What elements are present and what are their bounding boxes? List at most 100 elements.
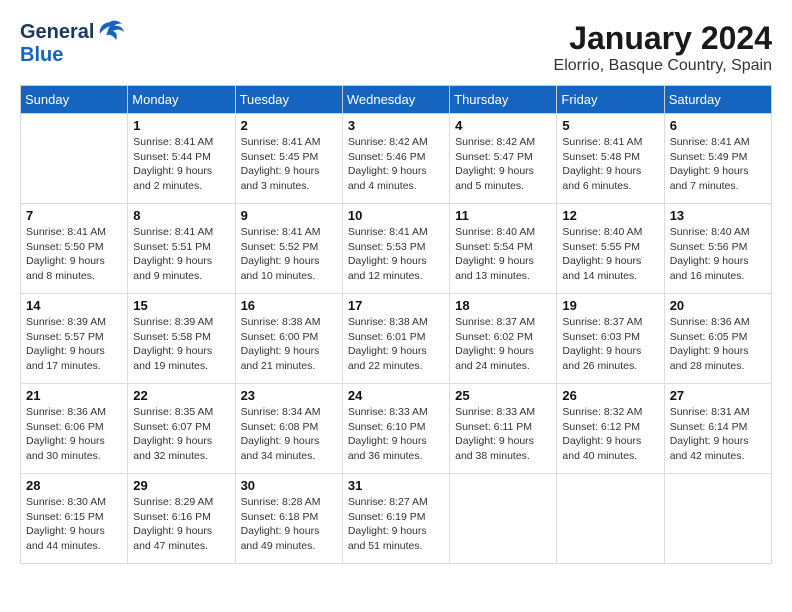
day-of-week-header: Monday bbox=[128, 86, 235, 114]
calendar-cell: 20 Sunrise: 8:36 AM Sunset: 6:05 PM Dayli… bbox=[664, 294, 771, 384]
day-info: Sunrise: 8:32 AM Sunset: 6:12 PM Dayligh… bbox=[562, 405, 658, 464]
day-number: 4 bbox=[455, 118, 551, 133]
day-info: Sunrise: 8:41 AM Sunset: 5:49 PM Dayligh… bbox=[670, 135, 766, 194]
page-header: General Blue January 2024 Elorrio, Basqu… bbox=[20, 20, 772, 75]
day-info: Sunrise: 8:33 AM Sunset: 6:11 PM Dayligh… bbox=[455, 405, 551, 464]
day-number: 1 bbox=[133, 118, 229, 133]
day-info: Sunrise: 8:41 AM Sunset: 5:44 PM Dayligh… bbox=[133, 135, 229, 194]
day-number: 7 bbox=[26, 208, 122, 223]
day-info: Sunrise: 8:27 AM Sunset: 6:19 PM Dayligh… bbox=[348, 495, 444, 554]
day-number: 5 bbox=[562, 118, 658, 133]
day-info: Sunrise: 8:29 AM Sunset: 6:16 PM Dayligh… bbox=[133, 495, 229, 554]
day-info: Sunrise: 8:35 AM Sunset: 6:07 PM Dayligh… bbox=[133, 405, 229, 464]
day-number: 2 bbox=[241, 118, 337, 133]
week-row: 28Sunrise: 8:30 AM Sunset: 6:15 PM Dayli… bbox=[21, 474, 772, 564]
day-info: Sunrise: 8:38 AM Sunset: 6:01 PM Dayligh… bbox=[348, 315, 444, 374]
calendar-cell: 12Sunrise: 8:40 AM Sunset: 5:55 PM Dayli… bbox=[557, 204, 664, 294]
day-info: Sunrise: 8:42 AM Sunset: 5:46 PM Dayligh… bbox=[348, 135, 444, 194]
calendar-cell bbox=[557, 474, 664, 564]
calendar-cell: 5 Sunrise: 8:41 AM Sunset: 5:48 PM Daylig… bbox=[557, 114, 664, 204]
calendar-cell: 11Sunrise: 8:40 AM Sunset: 5:54 PM Dayli… bbox=[450, 204, 557, 294]
calendar-cell bbox=[664, 474, 771, 564]
month-title: January 2024 bbox=[554, 20, 772, 57]
day-number: 26 bbox=[562, 388, 658, 403]
day-info: Sunrise: 8:38 AM Sunset: 6:00 PM Dayligh… bbox=[241, 315, 337, 374]
calendar-cell: 21 Sunrise: 8:36 AM Sunset: 6:06 PM Dayli… bbox=[21, 384, 128, 474]
day-number: 9 bbox=[241, 208, 337, 223]
day-number: 10 bbox=[348, 208, 444, 223]
calendar-cell: 10 Sunrise: 8:41 AM Sunset: 5:53 PM Dayli… bbox=[342, 204, 449, 294]
calendar-cell: 19Sunrise: 8:37 AM Sunset: 6:03 PM Dayli… bbox=[557, 294, 664, 384]
calendar-cell: 17 Sunrise: 8:38 AM Sunset: 6:01 PM Dayli… bbox=[342, 294, 449, 384]
day-info: Sunrise: 8:39 AM Sunset: 5:57 PM Dayligh… bbox=[26, 315, 122, 374]
calendar-cell bbox=[450, 474, 557, 564]
day-number: 29 bbox=[133, 478, 229, 493]
day-info: Sunrise: 8:42 AM Sunset: 5:47 PM Dayligh… bbox=[455, 135, 551, 194]
day-of-week-header: Tuesday bbox=[235, 86, 342, 114]
day-number: 3 bbox=[348, 118, 444, 133]
calendar-cell: 2 Sunrise: 8:41 AM Sunset: 5:45 PM Daylig… bbox=[235, 114, 342, 204]
calendar-cell: 15 Sunrise: 8:39 AM Sunset: 5:58 PM Dayli… bbox=[128, 294, 235, 384]
calendar-cell: 28Sunrise: 8:30 AM Sunset: 6:15 PM Dayli… bbox=[21, 474, 128, 564]
day-info: Sunrise: 8:41 AM Sunset: 5:45 PM Dayligh… bbox=[241, 135, 337, 194]
day-number: 16 bbox=[241, 298, 337, 313]
day-info: Sunrise: 8:31 AM Sunset: 6:14 PM Dayligh… bbox=[670, 405, 766, 464]
day-number: 19 bbox=[562, 298, 658, 313]
day-number: 18 bbox=[455, 298, 551, 313]
day-info: Sunrise: 8:41 AM Sunset: 5:51 PM Dayligh… bbox=[133, 225, 229, 284]
logo-general-text: General bbox=[20, 21, 94, 44]
day-number: 20 bbox=[670, 298, 766, 313]
day-number: 6 bbox=[670, 118, 766, 133]
day-number: 28 bbox=[26, 478, 122, 493]
day-number: 17 bbox=[348, 298, 444, 313]
day-number: 23 bbox=[241, 388, 337, 403]
day-of-week-header: Friday bbox=[557, 86, 664, 114]
calendar-cell: 1 Sunrise: 8:41 AM Sunset: 5:44 PM Daylig… bbox=[128, 114, 235, 204]
day-info: Sunrise: 8:41 AM Sunset: 5:48 PM Dayligh… bbox=[562, 135, 658, 194]
calendar-cell: 23 Sunrise: 8:34 AM Sunset: 6:08 PM Dayli… bbox=[235, 384, 342, 474]
day-of-week-header: Saturday bbox=[664, 86, 771, 114]
day-of-week-header: Wednesday bbox=[342, 86, 449, 114]
calendar-cell: 14 Sunrise: 8:39 AM Sunset: 5:57 PM Dayli… bbox=[21, 294, 128, 384]
day-info: Sunrise: 8:41 AM Sunset: 5:52 PM Dayligh… bbox=[241, 225, 337, 284]
day-info: Sunrise: 8:33 AM Sunset: 6:10 PM Dayligh… bbox=[348, 405, 444, 464]
logo-block: General Blue bbox=[20, 20, 124, 67]
logo: General Blue bbox=[20, 20, 124, 67]
title-block: January 2024 Elorrio, Basque Country, Sp… bbox=[554, 20, 772, 75]
day-info: Sunrise: 8:36 AM Sunset: 6:05 PM Dayligh… bbox=[670, 315, 766, 374]
calendar-cell: 25 Sunrise: 8:33 AM Sunset: 6:11 PM Dayli… bbox=[450, 384, 557, 474]
day-info: Sunrise: 8:41 AM Sunset: 5:53 PM Dayligh… bbox=[348, 225, 444, 284]
calendar-table: SundayMondayTuesdayWednesdayThursdayFrid… bbox=[20, 85, 772, 564]
calendar-cell: 30Sunrise: 8:28 AM Sunset: 6:18 PM Dayli… bbox=[235, 474, 342, 564]
calendar-cell: 29 Sunrise: 8:29 AM Sunset: 6:16 PM Dayli… bbox=[128, 474, 235, 564]
calendar-cell: 6 Sunrise: 8:41 AM Sunset: 5:49 PM Daylig… bbox=[664, 114, 771, 204]
day-info: Sunrise: 8:36 AM Sunset: 6:06 PM Dayligh… bbox=[26, 405, 122, 464]
day-info: Sunrise: 8:34 AM Sunset: 6:08 PM Dayligh… bbox=[241, 405, 337, 464]
day-number: 25 bbox=[455, 388, 551, 403]
day-number: 15 bbox=[133, 298, 229, 313]
calendar-cell: 24Sunrise: 8:33 AM Sunset: 6:10 PM Dayli… bbox=[342, 384, 449, 474]
day-number: 14 bbox=[26, 298, 122, 313]
day-number: 30 bbox=[241, 478, 337, 493]
calendar-cell: 13Sunrise: 8:40 AM Sunset: 5:56 PM Dayli… bbox=[664, 204, 771, 294]
day-info: Sunrise: 8:37 AM Sunset: 6:02 PM Dayligh… bbox=[455, 315, 551, 374]
calendar-cell: 4 Sunrise: 8:42 AM Sunset: 5:47 PM Daylig… bbox=[450, 114, 557, 204]
calendar-cell: 9 Sunrise: 8:41 AM Sunset: 5:52 PM Daylig… bbox=[235, 204, 342, 294]
day-info: Sunrise: 8:39 AM Sunset: 5:58 PM Dayligh… bbox=[133, 315, 229, 374]
calendar-cell: 18 Sunrise: 8:37 AM Sunset: 6:02 PM Dayli… bbox=[450, 294, 557, 384]
day-number: 13 bbox=[670, 208, 766, 223]
week-row: 21 Sunrise: 8:36 AM Sunset: 6:06 PM Dayli… bbox=[21, 384, 772, 474]
day-info: Sunrise: 8:40 AM Sunset: 5:55 PM Dayligh… bbox=[562, 225, 658, 284]
day-number: 21 bbox=[26, 388, 122, 403]
logo-bird-icon bbox=[96, 20, 124, 42]
calendar-cell: 22 Sunrise: 8:35 AM Sunset: 6:07 PM Dayli… bbox=[128, 384, 235, 474]
day-number: 27 bbox=[670, 388, 766, 403]
calendar-cell: 8Sunrise: 8:41 AM Sunset: 5:51 PM Daylig… bbox=[128, 204, 235, 294]
day-number: 22 bbox=[133, 388, 229, 403]
day-info: Sunrise: 8:41 AM Sunset: 5:50 PM Dayligh… bbox=[26, 225, 122, 284]
calendar-cell: 3 Sunrise: 8:42 AM Sunset: 5:46 PM Daylig… bbox=[342, 114, 449, 204]
day-of-week-header: Thursday bbox=[450, 86, 557, 114]
day-number: 11 bbox=[455, 208, 551, 223]
week-row: 14 Sunrise: 8:39 AM Sunset: 5:57 PM Dayli… bbox=[21, 294, 772, 384]
calendar-cell: 16 Sunrise: 8:38 AM Sunset: 6:00 PM Dayli… bbox=[235, 294, 342, 384]
